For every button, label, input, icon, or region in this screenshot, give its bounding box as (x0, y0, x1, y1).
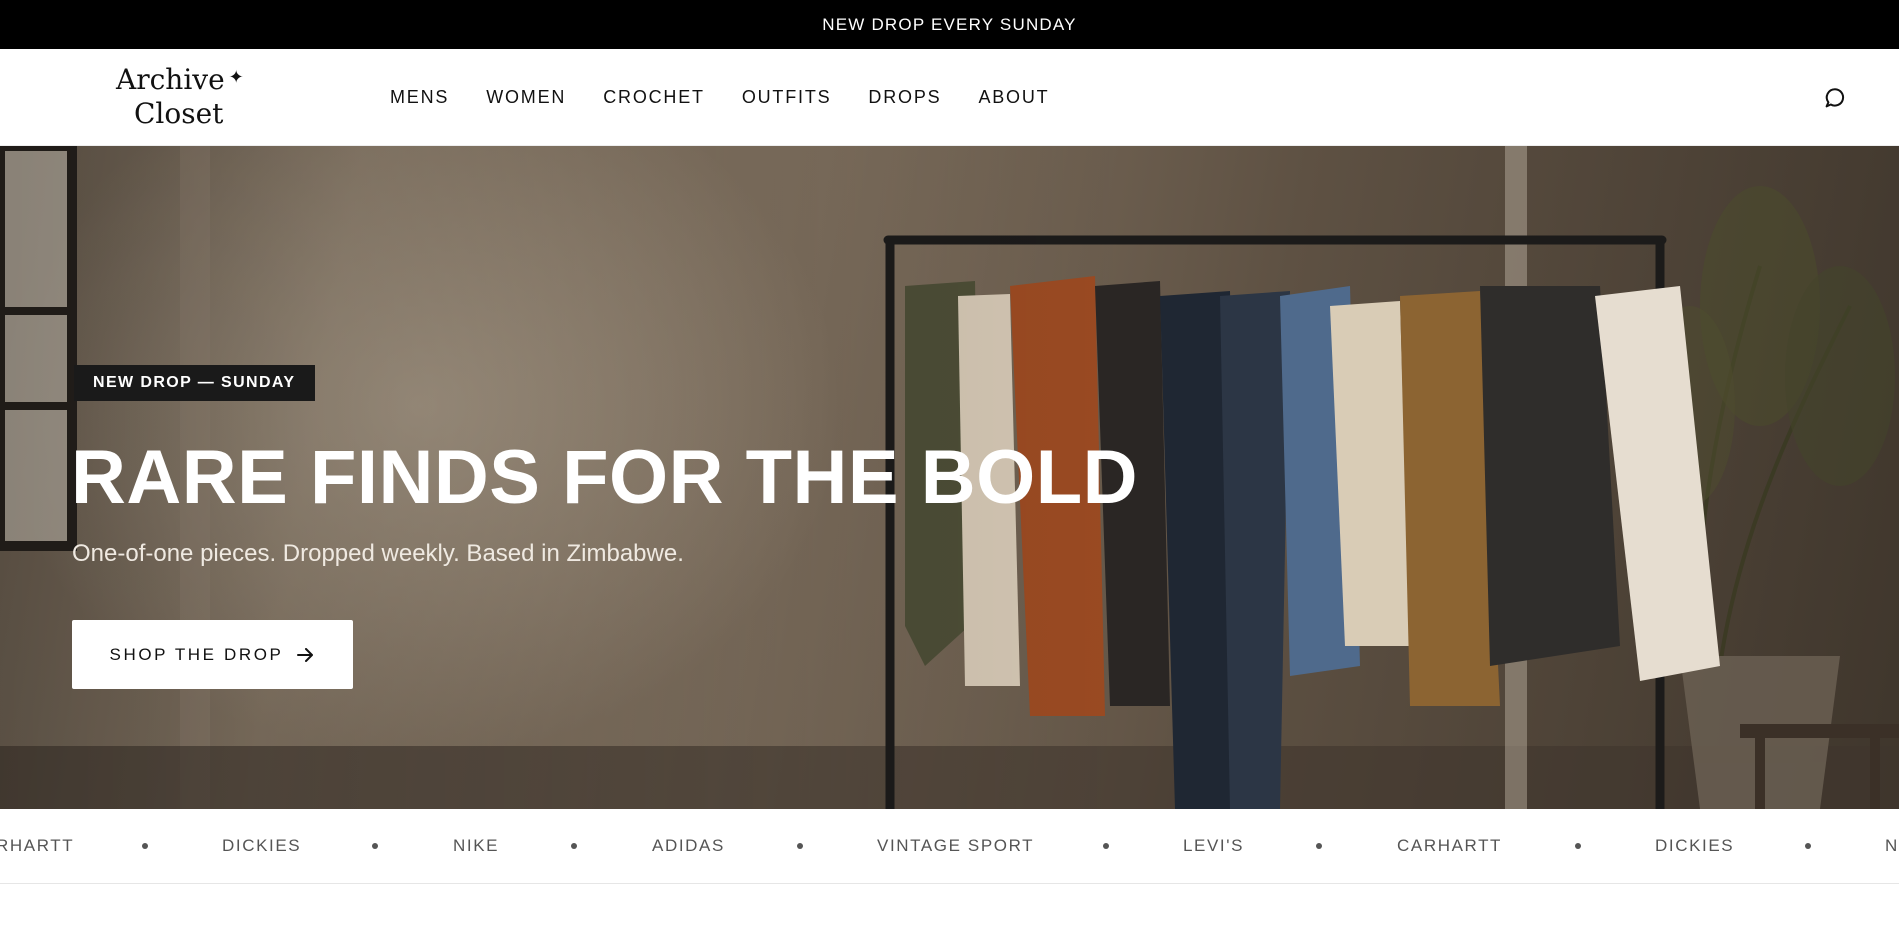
nav-women[interactable]: WOMEN (486, 87, 566, 108)
brand-separator (797, 843, 803, 849)
brand-separator (1575, 843, 1581, 849)
brand-separator (571, 843, 577, 849)
nav-outfits[interactable]: OUTFITS (742, 87, 832, 108)
announcement-text: NEW DROP EVERY SUNDAY (822, 14, 1077, 34)
brand-item: NIKE (453, 836, 500, 855)
brand-item: DICKIES (1655, 836, 1735, 855)
brand-item: RHARTT (0, 836, 75, 855)
brand-track: RHARTT DICKIES NIKE ADIDAS VINTAGE SPORT… (0, 809, 1899, 883)
brand-item: CARHARTT (1397, 836, 1503, 855)
nav-drops[interactable]: DROPS (868, 87, 941, 108)
shop-the-drop-button[interactable]: SHOP THE DROP (72, 620, 353, 689)
logo[interactable]: Archive ✦ Closet (116, 65, 266, 131)
hero-section: NEW DROP — SUNDAY RARE FINDS FOR THE BOL… (0, 146, 1899, 809)
site-header: Archive ✦ Closet MENS WOMEN CROCHET OUTFI… (0, 49, 1899, 146)
search-icon (1825, 88, 1845, 108)
logo-line2: Closet (134, 97, 224, 130)
main-nav: MENS WOMEN CROCHET OUTFITS DROPS ABOUT (390, 49, 1086, 146)
brand-separator (142, 843, 148, 849)
arrow-right-icon (297, 647, 314, 662)
brand-separator (1805, 843, 1811, 849)
brand-separator (1316, 843, 1322, 849)
nav-about[interactable]: ABOUT (978, 87, 1049, 108)
announcement-bar: NEW DROP EVERY SUNDAY (0, 0, 1899, 49)
hero-badge: NEW DROP — SUNDAY (74, 365, 315, 401)
logo-star-icon: ✦ (228, 67, 244, 88)
brand-separator (1103, 843, 1109, 849)
hero-subtitle: One-of-one pieces. Dropped weekly. Based… (72, 540, 684, 567)
cta-label: SHOP THE DROP (109, 644, 284, 664)
nav-crochet[interactable]: CROCHET (603, 87, 705, 108)
brand-item: N (1885, 836, 1899, 855)
search-button[interactable] (1821, 84, 1849, 112)
brand-item: LEVI'S (1183, 836, 1245, 855)
brand-item: DICKIES (222, 836, 302, 855)
brand-separator (372, 843, 378, 849)
brand-item: VINTAGE SPORT (877, 836, 1035, 855)
nav-mens[interactable]: MENS (390, 87, 449, 108)
brand-item: ADIDAS (652, 836, 725, 855)
hero-title: RARE FINDS FOR THE BOLD (71, 435, 1139, 520)
brand-marquee: RHARTT DICKIES NIKE ADIDAS VINTAGE SPORT… (0, 809, 1899, 884)
logo-line1: Archive (116, 63, 225, 96)
